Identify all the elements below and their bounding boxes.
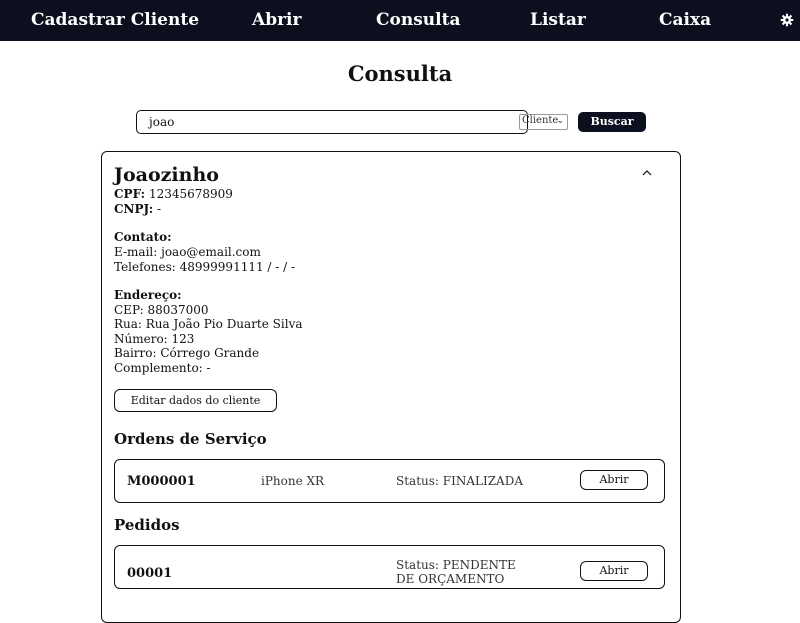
search-button[interactable]: Buscar (578, 112, 646, 132)
order-status: Status: FINALIZADA (396, 474, 523, 488)
nav-cadastrar-cliente[interactable]: Cadastrar Cliente (31, 10, 199, 30)
phone-line: Telefones: 48999991111 / - / - (114, 260, 296, 274)
contact-heading: Contato: (114, 230, 172, 244)
cnpj-line: CNPJ: - (114, 202, 161, 216)
cpf-line: CPF: 12345678909 (114, 187, 233, 201)
client-name: Joaozinho (114, 164, 219, 186)
order-row: M000001 iPhone XR Status: FINALIZADA Abr… (114, 459, 665, 503)
gear-icon[interactable] (780, 13, 794, 27)
edit-client-button[interactable]: Editar dados do cliente (114, 389, 277, 412)
request-row: 00001 Status: PENDENTE DE ORÇAMENTO Abri… (114, 545, 665, 589)
open-order-button[interactable]: Abrir (580, 470, 648, 490)
request-status: Status: PENDENTE DE ORÇAMENTO (396, 558, 516, 586)
email-line: E-mail: joao@email.com (114, 245, 261, 259)
client-card: Joaozinho CPF: 12345678909 CNPJ: - Conta… (101, 151, 681, 623)
chevron-down-icon: ⌄ (556, 116, 564, 126)
orders-title: Ordens de Serviço (114, 430, 267, 448)
complement-line: Complemento: - (114, 361, 211, 375)
order-device: iPhone XR (261, 474, 325, 488)
nav-caixa[interactable]: Caixa (659, 10, 711, 30)
page-title: Consulta (347, 61, 453, 86)
cnpj-value: - (157, 202, 162, 216)
nav-listar[interactable]: Listar (530, 10, 586, 30)
number-line: Número: 123 (114, 332, 195, 346)
nav-consulta[interactable]: Consulta (376, 10, 461, 30)
cep-line: CEP: 88037000 (114, 303, 209, 317)
order-id: M000001 (127, 474, 196, 489)
cpf-label: CPF: (114, 187, 146, 201)
search-type-selected: Cliente (522, 115, 559, 126)
nav-abrir[interactable]: Abrir (252, 10, 301, 30)
search-type-select[interactable]: Cliente ⌄ (519, 114, 568, 130)
search-input[interactable]: joao (136, 110, 528, 134)
chevron-up-icon[interactable] (641, 167, 653, 179)
cpf-value: 12345678909 (148, 187, 233, 201)
search-input-value: joao (149, 115, 175, 129)
district-line: Bairro: Córrego Grande (114, 346, 260, 360)
requests-title: Pedidos (114, 516, 180, 534)
address-heading: Endereço: (114, 288, 182, 302)
street-line: Rua: Rua João Pio Duarte Silva (114, 317, 303, 331)
request-id: 00001 (127, 566, 173, 581)
open-request-button[interactable]: Abrir (580, 561, 648, 581)
cnpj-label: CNPJ: (114, 202, 154, 216)
top-navbar: Cadastrar Cliente Abrir Consulta Listar … (0, 0, 800, 41)
